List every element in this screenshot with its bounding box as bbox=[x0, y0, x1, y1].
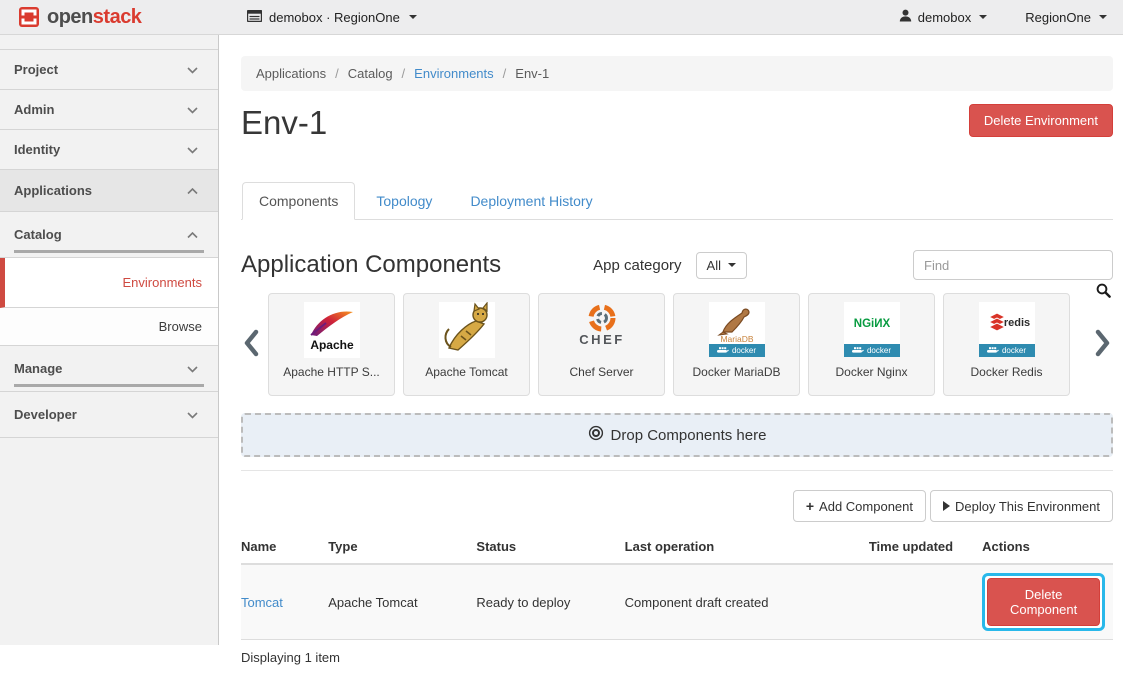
sidebar-item-developer[interactable]: Developer bbox=[0, 392, 218, 438]
svg-text:redis: redis bbox=[1003, 317, 1029, 329]
nginx-logo: NGiИX docker bbox=[844, 302, 900, 358]
region-menu-label: RegionOne bbox=[1025, 10, 1091, 25]
sidebar-item-project[interactable]: Project bbox=[0, 50, 218, 90]
add-component-button[interactable]: + Add Component bbox=[793, 490, 926, 522]
main-content: Applications Catalog Environments Env-1 … bbox=[219, 35, 1123, 645]
table-footer: Displaying 1 item bbox=[241, 640, 1113, 675]
carousel-prev-button[interactable] bbox=[241, 325, 261, 365]
component-card-apache-http[interactable]: Apache Apache HTTP S... bbox=[268, 293, 395, 396]
region-menu[interactable]: RegionOne bbox=[1025, 10, 1107, 25]
components-table: Name Type Status Last operation Time upd… bbox=[241, 530, 1113, 640]
carousel-next-button[interactable] bbox=[1093, 325, 1113, 365]
chevron-down-icon bbox=[187, 142, 198, 157]
component-card-docker-redis[interactable]: redis docker Docker Redis bbox=[943, 293, 1070, 396]
breadcrumb-env-1: Env-1 bbox=[494, 66, 550, 81]
breadcrumb-catalog: Catalog bbox=[326, 66, 392, 81]
chevron-down-icon bbox=[187, 361, 198, 376]
tomcat-logo bbox=[439, 302, 495, 358]
caret-down-icon bbox=[409, 15, 417, 19]
component-card-apache-tomcat[interactable]: Apache Tomcat bbox=[403, 293, 530, 396]
context-switcher-label: demobox · RegionOne bbox=[269, 10, 400, 25]
caret-down-icon bbox=[1099, 15, 1107, 19]
mariadb-logo: MariaDB docker bbox=[709, 302, 765, 358]
sidebar-item-identity[interactable]: Identity bbox=[0, 130, 218, 170]
sidebar-item-catalog[interactable]: Catalog bbox=[0, 212, 218, 258]
components-carousel: Apache Apache HTTP S... bbox=[241, 293, 1113, 396]
breadcrumb-environments[interactable]: Environments bbox=[393, 66, 494, 81]
play-icon bbox=[943, 501, 950, 511]
section-divider bbox=[241, 470, 1113, 471]
chevron-down-icon bbox=[187, 102, 198, 117]
tab-components[interactable]: Components bbox=[242, 182, 355, 220]
sidebar: Project Admin Identity Applications Cata… bbox=[0, 35, 219, 645]
sidebar-item-applications[interactable]: Applications bbox=[0, 170, 218, 212]
table-row-tomcat: Tomcat Apache Tomcat Ready to deploy Com… bbox=[241, 564, 1113, 640]
tab-deployment-history[interactable]: Deployment History bbox=[453, 182, 609, 220]
user-menu[interactable]: demobox bbox=[899, 9, 987, 25]
breadcrumb: Applications Catalog Environments Env-1 bbox=[241, 56, 1113, 91]
column-header-time-updated: Time updated bbox=[869, 530, 982, 564]
chevron-up-icon bbox=[187, 227, 198, 242]
cell-last-operation: Component draft created bbox=[625, 564, 869, 640]
catalog-underline bbox=[14, 250, 204, 253]
project-context-switcher[interactable]: demobox · RegionOne bbox=[247, 10, 417, 25]
openstack-logo[interactable]: openstack bbox=[0, 6, 219, 29]
svg-text:Apache: Apache bbox=[310, 338, 354, 352]
sidebar-item-browse[interactable]: Browse bbox=[0, 308, 218, 346]
openstack-logo-text: openstack bbox=[47, 6, 141, 29]
column-header-last-operation: Last operation bbox=[625, 530, 869, 564]
column-header-type: Type bbox=[328, 530, 476, 564]
svg-text:MariaDB: MariaDB bbox=[720, 334, 753, 344]
column-header-status: Status bbox=[476, 530, 624, 564]
component-card-docker-nginx[interactable]: NGiИX docker Docker Nginx bbox=[808, 293, 935, 396]
openstack-logo-icon bbox=[18, 6, 40, 28]
svg-text:NGiИX: NGiИX bbox=[853, 318, 890, 330]
caret-down-icon bbox=[979, 15, 987, 19]
plus-icon: + bbox=[806, 498, 814, 514]
highlight-ring: Delete Component bbox=[982, 573, 1105, 631]
cell-type: Apache Tomcat bbox=[328, 564, 476, 640]
cell-time-updated bbox=[869, 564, 982, 640]
docker-badge: docker bbox=[979, 344, 1035, 357]
sidebar-item-manage[interactable]: Manage bbox=[0, 346, 218, 392]
drop-components-zone[interactable]: Drop Components here bbox=[241, 413, 1113, 457]
delete-environment-button[interactable]: Delete Environment bbox=[969, 104, 1113, 137]
top-navbar: openstack demobox · RegionOne demobox bbox=[0, 0, 1123, 35]
docker-badge: docker bbox=[709, 344, 765, 357]
find-input[interactable] bbox=[913, 250, 1113, 280]
component-link-tomcat[interactable]: Tomcat bbox=[241, 595, 283, 610]
chef-logo: CHEF bbox=[574, 302, 630, 358]
cell-status: Ready to deploy bbox=[476, 564, 624, 640]
component-card-docker-mariadb[interactable]: MariaDB docker Docker MariaDB bbox=[673, 293, 800, 396]
chevron-down-icon bbox=[187, 62, 198, 77]
page-title: Env-1 bbox=[241, 104, 327, 142]
chevron-down-icon bbox=[187, 407, 198, 422]
column-header-actions: Actions bbox=[982, 530, 1113, 564]
chevron-up-icon bbox=[187, 183, 198, 198]
domain-list-icon bbox=[247, 10, 262, 25]
bullseye-icon bbox=[588, 425, 604, 445]
sidebar-item-admin[interactable]: Admin bbox=[0, 90, 218, 130]
delete-component-button[interactable]: Delete Component bbox=[987, 578, 1100, 626]
docker-badge: docker bbox=[844, 344, 900, 357]
breadcrumb-applications: Applications bbox=[256, 66, 326, 81]
component-card-chef-server[interactable]: CHEF Chef Server bbox=[538, 293, 665, 396]
caret-down-icon bbox=[728, 263, 736, 267]
column-header-name: Name bbox=[241, 530, 328, 564]
redis-logo: redis docker bbox=[979, 302, 1035, 358]
app-category-label: App category bbox=[593, 257, 681, 274]
sidebar-spacer bbox=[0, 35, 218, 50]
apache-logo: Apache bbox=[304, 302, 360, 358]
sidebar-item-environments[interactable]: Environments bbox=[0, 258, 218, 308]
user-icon bbox=[899, 9, 912, 25]
user-menu-label: demobox bbox=[918, 10, 971, 25]
section-title: Application Components bbox=[241, 251, 501, 279]
app-category-dropdown[interactable]: All bbox=[696, 252, 747, 279]
svg-text:CHEF: CHEF bbox=[579, 332, 624, 347]
search-icon[interactable] bbox=[1096, 283, 1111, 303]
manage-underline bbox=[14, 384, 204, 387]
tab-topology[interactable]: Topology bbox=[359, 182, 449, 220]
tab-bar: Components Topology Deployment History bbox=[241, 182, 1113, 220]
deploy-environment-button[interactable]: Deploy This Environment bbox=[930, 490, 1113, 522]
